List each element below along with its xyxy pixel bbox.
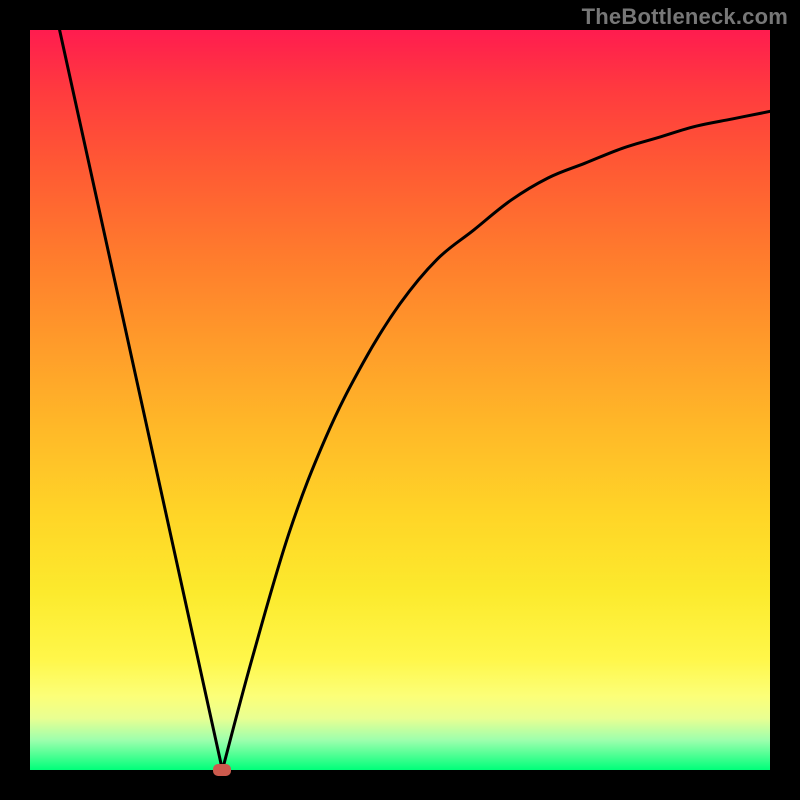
attribution-text: TheBottleneck.com: [582, 4, 788, 30]
plot-area: [30, 30, 770, 770]
chart-frame: TheBottleneck.com: [0, 0, 800, 800]
curve-right-branch: [222, 111, 770, 770]
curve-left-branch: [60, 30, 223, 770]
optimum-marker: [213, 764, 231, 776]
curve-layer: [30, 30, 770, 770]
